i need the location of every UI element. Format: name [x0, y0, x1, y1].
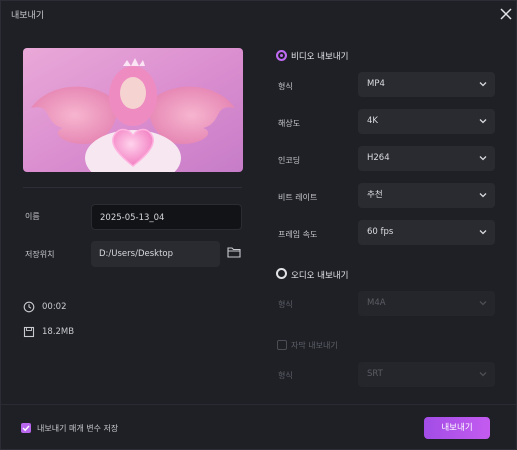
chevron-down-icon: [479, 82, 487, 87]
audio-format-value: M4A: [367, 298, 386, 308]
save-disk-icon: [23, 326, 35, 338]
format-select[interactable]: MP4: [358, 72, 495, 97]
export-button[interactable]: 내보내기: [424, 417, 490, 439]
location-input[interactable]: D:/Users/Desktop: [91, 241, 220, 267]
name-label: 이름: [25, 212, 40, 221]
duration-text: 00:02: [42, 302, 67, 312]
checkmark-icon: [22, 425, 30, 432]
subtitle-export-label: 자막 내보내기: [291, 341, 338, 350]
dialog-title: 내보내기: [11, 11, 45, 21]
bitrate-label: 비트 레이트: [278, 193, 318, 202]
video-preview-thumbnail: [23, 48, 243, 172]
location-label: 저장위치: [25, 250, 55, 259]
name-input[interactable]: 2025-05-13_04: [91, 204, 242, 230]
audio-export-radio[interactable]: [276, 268, 287, 279]
subtitle-format-value: SRT: [367, 369, 383, 379]
footer-divider: [1, 404, 517, 405]
title-bar: 내보내기: [1, 1, 517, 29]
bitrate-select[interactable]: 추천: [358, 183, 495, 208]
resolution-select[interactable]: 4K: [358, 109, 495, 134]
divider: [23, 187, 242, 188]
chevron-down-icon: [479, 156, 487, 161]
resolution-value: 4K: [367, 116, 378, 126]
format-value: MP4: [367, 79, 385, 89]
clock-icon: [23, 301, 35, 313]
save-params-checkbox[interactable]: [21, 423, 31, 433]
bitrate-value: 추천: [367, 190, 383, 200]
resolution-label: 해상도: [278, 119, 301, 128]
subtitle-export-checkbox[interactable]: [277, 340, 287, 350]
audio-format-select[interactable]: M4A: [358, 291, 495, 316]
framerate-label: 프레임 속도: [278, 230, 318, 239]
chevron-down-icon: [479, 119, 487, 124]
chevron-down-icon: [479, 301, 487, 306]
chevron-down-icon: [479, 193, 487, 198]
framerate-value: 60 fps: [367, 227, 394, 237]
encoding-value: H264: [367, 153, 390, 163]
format-label: 형식: [278, 82, 293, 91]
video-export-title: 비디오 내보내기: [291, 52, 349, 62]
video-export-radio[interactable]: [276, 50, 287, 61]
save-params-label: 내보내기 매개 변수 저장: [37, 424, 119, 433]
audio-format-label: 형식: [278, 300, 293, 309]
audio-export-title: 오디오 내보내기: [291, 271, 349, 281]
folder-icon[interactable]: [227, 246, 241, 258]
framerate-select[interactable]: 60 fps: [358, 220, 495, 245]
encoding-label: 인코딩: [278, 156, 301, 165]
chevron-down-icon: [479, 230, 487, 235]
chevron-down-icon: [479, 372, 487, 377]
subtitle-format-label: 형식: [278, 371, 293, 380]
encoding-select[interactable]: H264: [358, 146, 495, 171]
close-icon[interactable]: [497, 5, 515, 23]
file-size-text: 18.2MB: [42, 327, 75, 337]
subtitle-format-select[interactable]: SRT: [358, 362, 495, 387]
export-dialog: 내보내기 이름 2025-05-13_04 저장위치 D:/Users/Desk…: [0, 0, 517, 450]
